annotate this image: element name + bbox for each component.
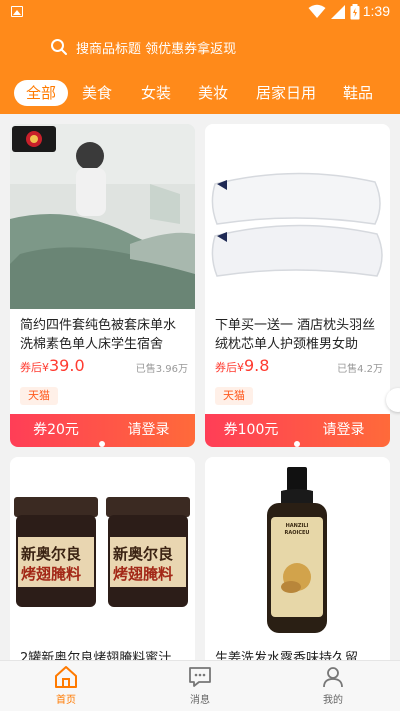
- jar-label-top: 新奥尔良: [113, 545, 174, 563]
- tab-womens-clothing[interactable]: 女装: [141, 80, 171, 106]
- search-placeholder: 搜商品标题 领优惠券拿返现: [76, 41, 237, 57]
- nav-home-label: 首页: [56, 695, 76, 706]
- coupon-button[interactable]: 券20元: [10, 414, 102, 447]
- product-card[interactable]: 新奥尔良 烤翅腌料 新奥尔良 烤翅腌料 2罐新奥尔良烤翅腌料蜜汁微…: [10, 457, 195, 667]
- jar-label-top: 新奥尔良: [21, 545, 82, 563]
- product-image: 新奥尔良 烤翅腌料 新奥尔良 烤翅腌料: [10, 457, 195, 642]
- status-time: 1:39: [362, 3, 390, 19]
- price-row: 券后¥39.0 已售3.96万: [20, 356, 188, 376]
- coupon-cta[interactable]: 券20元 请登录: [10, 414, 195, 447]
- product-title: 简约四件套纯色被套床单水洗棉素色单人床学生宿舍三…: [20, 318, 177, 352]
- price-value: 9.8: [244, 356, 270, 375]
- jar-label-bottom: 烤翅腌料: [113, 565, 174, 583]
- price-row: 券后¥9.8 已售4.2万: [215, 356, 383, 376]
- tab-shoes[interactable]: 鞋品: [343, 80, 373, 106]
- category-tabs: 全部 美食 女装 美妆 居家日用 鞋品: [0, 78, 400, 108]
- signal-icon: [331, 5, 345, 19]
- login-button[interactable]: 请登录: [297, 414, 390, 447]
- coupon-cta[interactable]: 券100元 请登录: [205, 414, 390, 447]
- product-card[interactable]: 简约四件套纯色被套床单水洗棉素色单人床学生宿舍三… 券后¥39.0 已售3.96…: [10, 124, 195, 447]
- bottle-brand: HANZILI RAOICEU: [284, 523, 310, 536]
- login-button[interactable]: 请登录: [102, 414, 195, 447]
- product-title: 下单买一送一 酒店枕头羽丝绒枕芯单人护颈椎男女助睡…: [215, 318, 376, 352]
- home-icon: [55, 666, 77, 688]
- nav-messages-label: 消息: [190, 695, 210, 706]
- user-icon: [323, 667, 343, 688]
- nav-profile-label: 我的: [323, 695, 343, 706]
- price-label: 券后¥: [215, 361, 244, 374]
- price-label: 券后¥: [20, 361, 49, 374]
- sold-count: 已售4.2万: [337, 364, 383, 375]
- product-card[interactable]: 下单买一送一 酒店枕头羽丝绒枕芯单人护颈椎男女助睡… 券后¥9.8 已售4.2万…: [205, 124, 390, 447]
- product-image: [10, 124, 195, 309]
- product-image: HANZILI RAOICEU: [205, 457, 390, 642]
- sold-count: 已售3.96万: [135, 364, 188, 375]
- jar-label-bottom: 烤翅腌料: [21, 565, 82, 583]
- tab-beauty[interactable]: 美妆: [198, 80, 228, 106]
- product-card[interactable]: HANZILI RAOICEU 生姜洗发水露香味持久留香…: [205, 457, 390, 667]
- tab-food[interactable]: 美食: [82, 80, 112, 106]
- tab-home-goods[interactable]: 居家日用: [256, 80, 316, 106]
- nav-home[interactable]: 首页: [36, 665, 96, 706]
- status-bar: 1:39: [0, 0, 400, 24]
- wifi-icon: [308, 4, 326, 18]
- gallery-notification-icon: [11, 6, 23, 17]
- product-image: [205, 124, 390, 309]
- search-icon: [51, 39, 67, 55]
- battery-icon: [350, 4, 360, 20]
- price-value: 39.0: [49, 356, 85, 375]
- search-bar[interactable]: 搜商品标题 领优惠券拿返现: [50, 34, 236, 60]
- header: 1:39 搜商品标题 领优惠券拿返现 全部 美食 女装 美妆 居家日用 鞋品: [0, 0, 400, 114]
- store-badge: 天猫: [20, 387, 58, 405]
- nav-messages[interactable]: 消息: [170, 665, 230, 706]
- message-icon: [189, 667, 211, 687]
- tab-all[interactable]: 全部: [14, 80, 69, 106]
- bottom-nav: 首页 消息 我的: [0, 660, 400, 711]
- coupon-button[interactable]: 券100元: [205, 414, 297, 447]
- nav-profile[interactable]: 我的: [303, 665, 363, 706]
- store-badge: 天猫: [215, 387, 253, 405]
